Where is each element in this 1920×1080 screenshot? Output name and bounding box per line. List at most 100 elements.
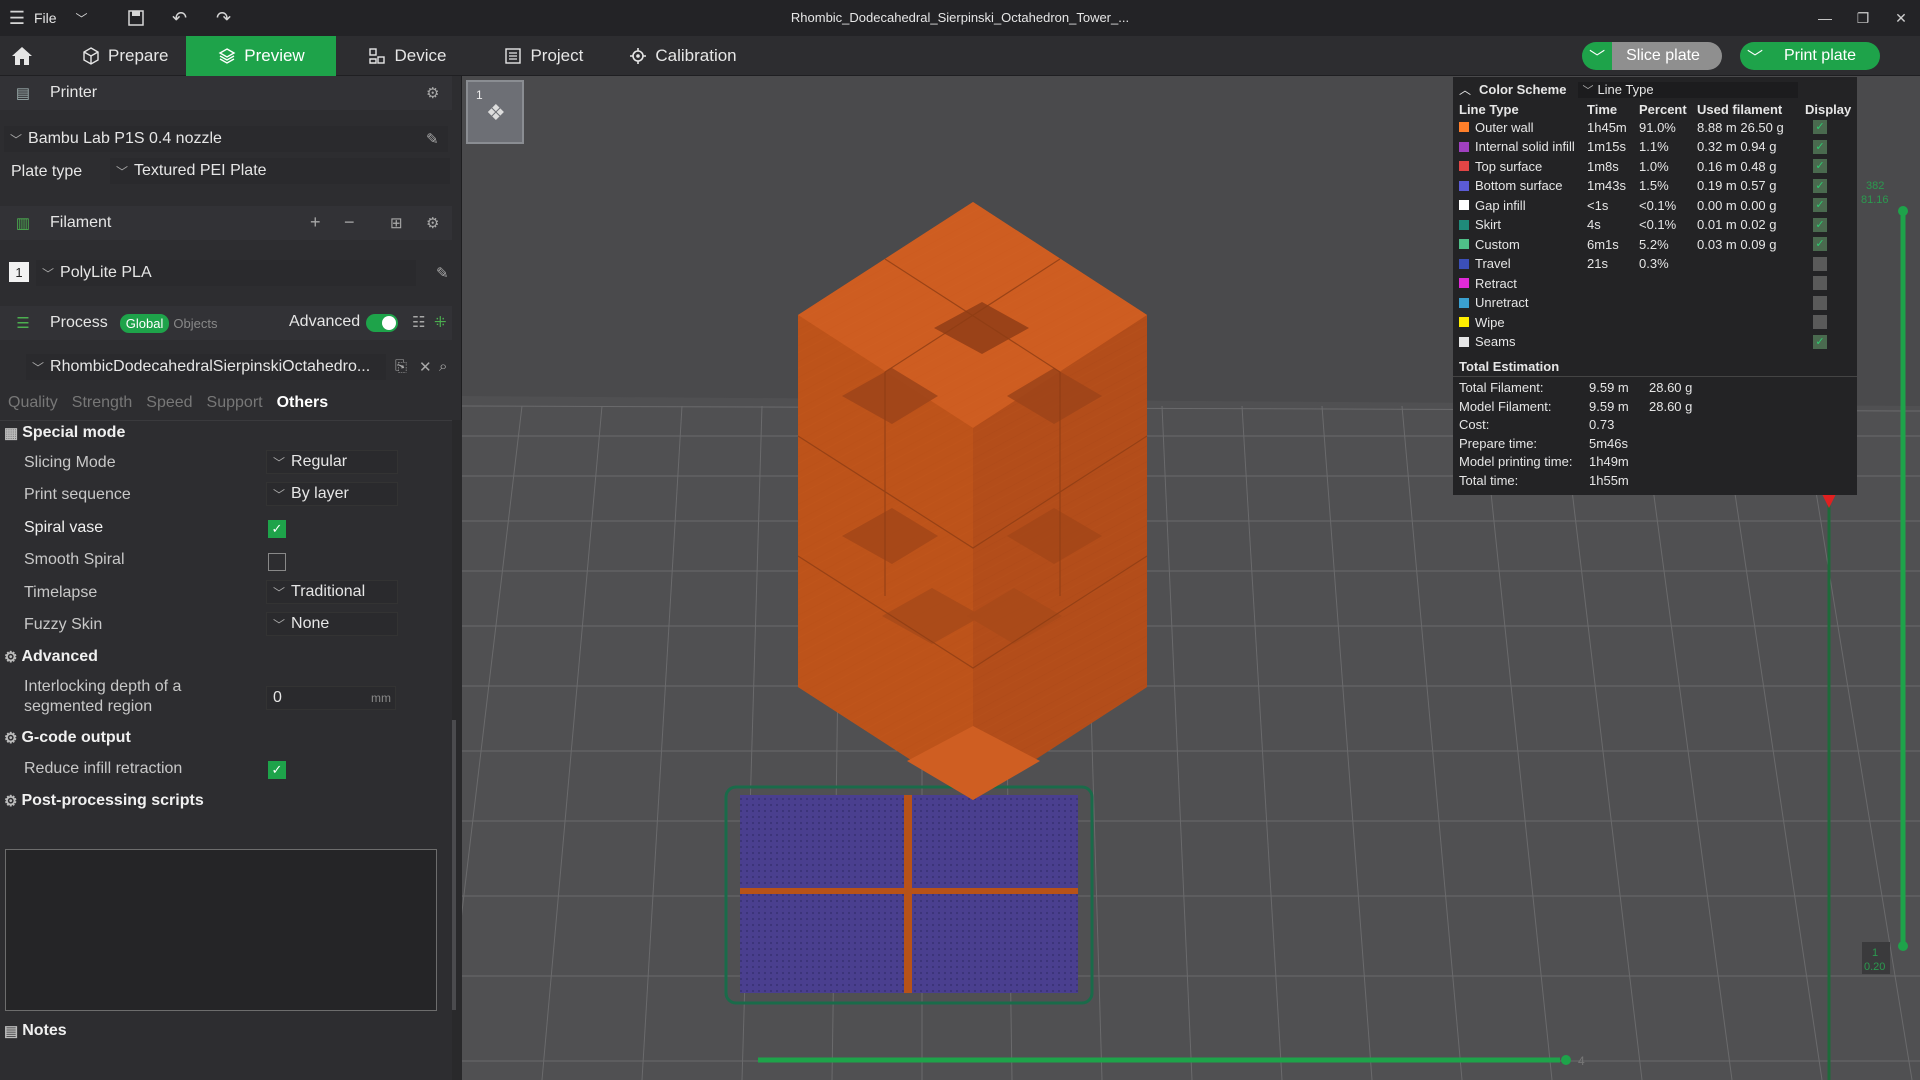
vertical-slider-top-handle[interactable] <box>1898 206 1908 216</box>
horizontal-slider-handle[interactable] <box>1561 1055 1571 1065</box>
plate-thumbnail[interactable]: 1 ❖ <box>466 80 524 144</box>
tab-strength[interactable]: Strength <box>72 394 132 412</box>
legend-display-checkbox[interactable] <box>1813 276 1827 290</box>
legend-display-checkbox[interactable]: ✓ <box>1813 120 1827 134</box>
tab-preview[interactable]: Preview <box>186 35 337 76</box>
objects-toggle[interactable]: Objects <box>169 314 221 333</box>
slice-plate-label: Slice plate <box>1612 42 1722 70</box>
save-preset-icon[interactable]: ⎘ <box>395 358 407 375</box>
legend-display-checkbox[interactable]: ✓ <box>1813 217 1827 232</box>
legend-display-checkbox[interactable] <box>1813 295 1827 310</box>
timelapse-value: Traditional <box>291 583 366 600</box>
file-menu[interactable]: File <box>34 10 57 26</box>
sync-icon[interactable]: ⊞ <box>390 214 403 232</box>
restore-icon[interactable]: ❐ <box>1844 0 1882 36</box>
process-preset-select[interactable]: ﹀ RhombicDodecahedralSierpinskiOctahedro.… <box>26 354 386 380</box>
legend-display-checkbox[interactable] <box>1813 256 1827 271</box>
post-processing-textarea[interactable] <box>5 849 437 1011</box>
interlocking-unit: mm <box>371 691 391 705</box>
add-icon[interactable]: + <box>310 212 321 233</box>
edit-icon[interactable]: ✎ <box>436 264 449 282</box>
total-weight: 28.60 g <box>1649 380 1693 395</box>
process-section-header: ☰ Process Global Objects Advanced ☷ ⁜ <box>0 306 452 340</box>
gear-icon: ⚙ <box>4 730 18 747</box>
chevron-down-icon[interactable]: ﹀ <box>1582 42 1613 70</box>
filament-slot-badge[interactable]: 1 <box>9 262 29 282</box>
legend-color-swatch <box>1459 278 1469 288</box>
legend-used-filament: 0.03 m 0.09 g <box>1697 236 1777 252</box>
redo-icon[interactable]: ↷ <box>207 0 241 36</box>
legend-row: Bottom surface 1m43s 1.5% 0.19 m 0.57 g ✓ <box>1457 178 1857 194</box>
home-icon[interactable] <box>0 36 44 76</box>
legend-row: Top surface 1m8s 1.0% 0.16 m 0.48 g ✓ <box>1457 158 1857 174</box>
slicing-mode-select[interactable]: ﹀ Regular <box>266 450 398 474</box>
collapse-icon[interactable]: ︿ <box>1459 81 1471 98</box>
fuzzy-skin-select[interactable]: ﹀ None <box>266 612 398 636</box>
close-icon[interactable]: ✕ <box>419 358 432 376</box>
tab-speed[interactable]: Speed <box>146 394 192 412</box>
special-mode-label: Special mode <box>22 424 126 441</box>
plate-type-select[interactable]: ﹀ Textured PEI Plate <box>110 158 450 184</box>
legend-display-checkbox[interactable]: ✓ <box>1813 198 1827 212</box>
legend-display-checkbox[interactable]: ✓ <box>1813 334 1827 349</box>
search-icon[interactable]: ⌕ <box>439 358 447 375</box>
tab-others[interactable]: Others <box>277 394 329 412</box>
tab-support[interactable]: Support <box>207 394 263 412</box>
filament-select[interactable]: ﹀ PolyLite PLA <box>36 260 416 286</box>
line-type-select[interactable]: ﹀ Line Type <box>1578 81 1799 98</box>
compare-icon[interactable]: ⁜ <box>434 313 447 331</box>
save-icon[interactable] <box>119 0 153 36</box>
tab-project-label: Project <box>530 45 584 65</box>
process-tabs: Quality Strength Speed Support Others <box>8 394 328 412</box>
advanced-toggle[interactable] <box>366 314 398 332</box>
undo-icon[interactable]: ↶ <box>163 0 197 36</box>
legend-display-checkbox[interactable]: ✓ <box>1813 139 1827 154</box>
total-estimation-row: Model printing time: 1h49m <box>1459 454 1859 471</box>
vertical-slider-bottom-handle[interactable] <box>1898 941 1908 951</box>
edit-icon[interactable]: ✎ <box>426 130 439 148</box>
gcode-output-label: G-code output <box>21 729 131 746</box>
tab-calibration[interactable]: Calibration <box>611 36 754 76</box>
spiral-vase-checkbox[interactable]: ✓ <box>268 520 286 538</box>
legend-row: Wipe <box>1457 314 1857 330</box>
tab-preview-label: Preview <box>244 45 305 65</box>
list-icon[interactable]: ☷ <box>412 313 425 331</box>
chevron-down-icon[interactable]: ﹀ <box>65 0 99 36</box>
chevron-down-icon[interactable]: ﹀ <box>1739 42 1770 70</box>
tab-prepare[interactable]: Prepare <box>64 36 186 76</box>
interlocking-input[interactable]: 0 mm <box>266 686 396 710</box>
print-plate-button[interactable]: ﹀ Print plate <box>1739 42 1880 70</box>
filament-icon: ▥ <box>15 215 31 232</box>
print-sequence-label: Print sequence <box>24 486 131 503</box>
legend-line-type-name: Unretract <box>1475 295 1529 310</box>
legend-header-row: Line Type Time Percent Used filament Dis… <box>1457 101 1857 117</box>
scrollbar-thumb[interactable] <box>452 720 456 1010</box>
slice-plate-button[interactable]: ﹀ Slice plate <box>1582 42 1722 70</box>
printer-select[interactable]: ﹀ Bambu Lab P1S 0.4 nozzle <box>4 126 448 152</box>
legend-display-checkbox[interactable]: ✓ <box>1813 159 1827 173</box>
tab-device[interactable]: Device <box>350 36 464 76</box>
total-value: 1h55m <box>1589 472 1629 488</box>
close-icon[interactable]: ✕ <box>1882 0 1920 36</box>
reduce-infill-checkbox[interactable]: ✓ <box>268 761 286 779</box>
gear-icon[interactable]: ⚙ <box>426 214 439 232</box>
sidebar-scrollbar[interactable] <box>452 420 462 1080</box>
legend-time: 6m1s <box>1587 236 1619 252</box>
smooth-spiral-checkbox[interactable] <box>268 553 286 571</box>
minimize-icon[interactable]: — <box>1806 0 1844 36</box>
gcode-output-group: ⚙ G-code output <box>4 729 131 747</box>
tab-quality[interactable]: Quality <box>8 394 58 412</box>
legend-display-checkbox[interactable] <box>1813 315 1827 329</box>
slicing-mode-label: Slicing Mode <box>24 454 116 471</box>
legend-display-checkbox[interactable]: ✓ <box>1813 237 1827 251</box>
legend-color-swatch <box>1459 258 1469 269</box>
menu-icon[interactable]: ☰ <box>0 0 34 36</box>
timelapse-select[interactable]: ﹀ Traditional <box>266 580 398 604</box>
print-sequence-select[interactable]: ﹀ By layer <box>266 482 398 506</box>
remove-icon[interactable]: − <box>344 212 355 233</box>
legend-display-checkbox[interactable]: ✓ <box>1813 178 1827 193</box>
tab-project[interactable]: Project <box>486 36 601 76</box>
tab-calibration-label: Calibration <box>655 45 737 65</box>
global-toggle[interactable]: Global <box>119 313 170 333</box>
gear-icon[interactable]: ⚙ <box>426 84 439 102</box>
